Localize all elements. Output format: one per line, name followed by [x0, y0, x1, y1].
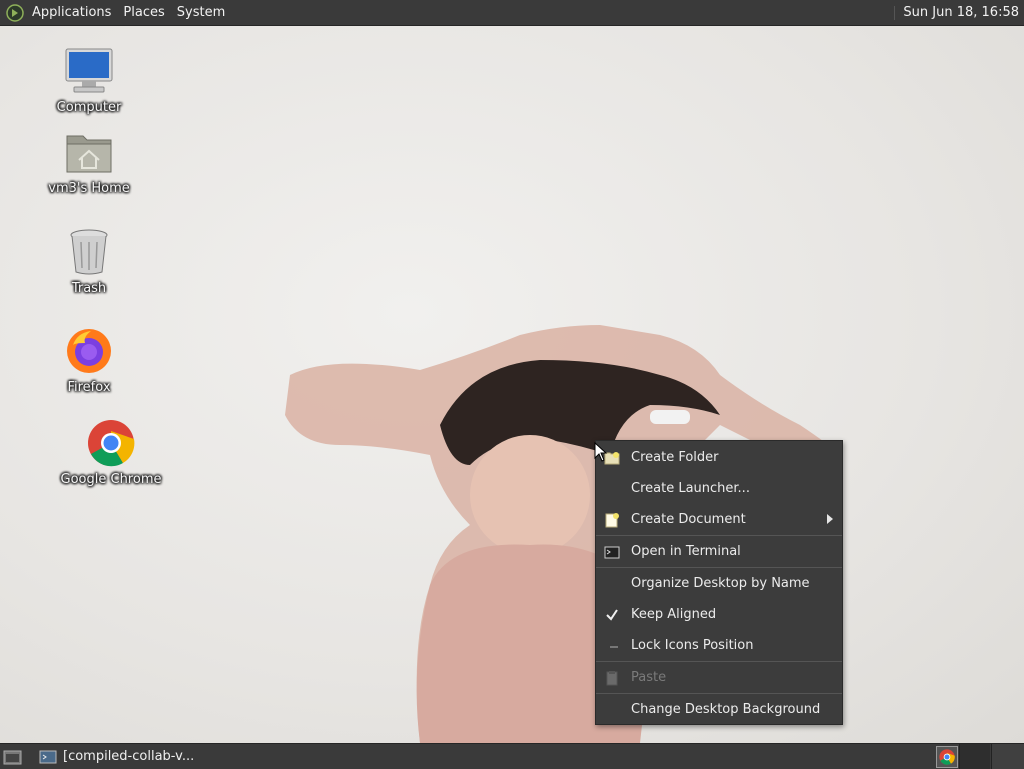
unchecked-icon — [610, 646, 618, 648]
taskbar-window-label: [compiled-collab-v... — [63, 749, 195, 764]
desktop-icon-computer[interactable]: Computer — [34, 46, 144, 115]
menu-item-create-document[interactable]: Create Document — [596, 504, 842, 535]
desktop-icon-home[interactable]: vm3's Home — [34, 127, 144, 196]
terminal-window-icon — [39, 750, 57, 763]
desktop-wallpaper[interactable] — [0, 25, 1024, 743]
menu-item-label: Change Desktop Background — [631, 702, 821, 717]
desktop-icon-label: Computer — [56, 100, 122, 115]
menu-item-label: Open in Terminal — [631, 544, 741, 559]
menu-item-label: Keep Aligned — [631, 607, 717, 622]
menu-item-create-launcher[interactable]: Create Launcher... — [596, 473, 842, 504]
computer-icon — [64, 46, 114, 96]
menu-item-organize-desktop[interactable]: Organize Desktop by Name — [596, 568, 842, 599]
submenu-arrow-icon — [827, 514, 833, 524]
paste-icon — [606, 671, 618, 686]
menu-item-label: Create Launcher... — [631, 481, 750, 496]
menu-item-lock-icons[interactable]: Lock Icons Position — [596, 630, 842, 661]
panel-separator — [894, 5, 896, 20]
desktop-icon-label: Google Chrome — [60, 472, 162, 487]
mouse-cursor-icon — [594, 442, 608, 462]
desktop-icon-chrome[interactable]: Google Chrome — [56, 418, 166, 487]
tray-chrome-button[interactable] — [936, 746, 958, 768]
menu-item-label: Paste — [631, 670, 667, 685]
menu-item-label: Create Folder — [631, 450, 719, 465]
desktop-icon-trash[interactable]: Trash — [34, 227, 144, 296]
menu-item-create-folder[interactable]: Create Folder — [596, 442, 842, 473]
distro-logo-icon[interactable] — [6, 3, 24, 22]
terminal-icon — [604, 546, 620, 559]
trash-icon — [64, 227, 114, 277]
places-menu[interactable]: Places — [117, 0, 170, 25]
chrome-icon — [86, 418, 136, 468]
new-document-icon — [605, 513, 619, 528]
workspace-1-button[interactable] — [959, 744, 990, 769]
home-folder-icon — [64, 127, 114, 177]
show-desktop-icon — [3, 750, 22, 764]
system-menu[interactable]: System — [171, 0, 231, 25]
top-panel: Applications Places System Sun Jun 18, 1… — [0, 0, 1024, 26]
menu-item-change-background[interactable]: Change Desktop Background — [596, 694, 842, 725]
desktop-icon-label: vm3's Home — [48, 181, 130, 196]
applications-menu[interactable]: Applications — [26, 0, 117, 25]
desktop-icon-label: Trash — [71, 281, 107, 296]
checkmark-icon — [606, 609, 618, 621]
desktop-icon-firefox[interactable]: Firefox — [34, 326, 144, 395]
show-desktop-button[interactable] — [3, 744, 23, 769]
menu-item-label: Organize Desktop by Name — [631, 576, 810, 591]
menu-item-paste: Paste — [596, 662, 842, 693]
menu-item-label: Lock Icons Position — [631, 638, 754, 653]
taskbar-window-button[interactable]: [compiled-collab-v... — [39, 744, 194, 769]
desktop-icon-label: Firefox — [67, 380, 111, 395]
chrome-icon — [939, 749, 955, 765]
firefox-icon — [64, 326, 114, 376]
workspace-2-button[interactable] — [991, 744, 1024, 769]
desktop-context-menu: Create Folder Create Launcher... Create … — [595, 440, 843, 725]
bottom-panel: [compiled-collab-v... — [0, 743, 1024, 769]
clock[interactable]: Sun Jun 18, 16:58 — [903, 5, 1024, 20]
menu-item-open-terminal[interactable]: Open in Terminal — [596, 536, 842, 567]
menu-item-keep-aligned[interactable]: Keep Aligned — [596, 599, 842, 630]
menu-item-label: Create Document — [631, 512, 746, 527]
